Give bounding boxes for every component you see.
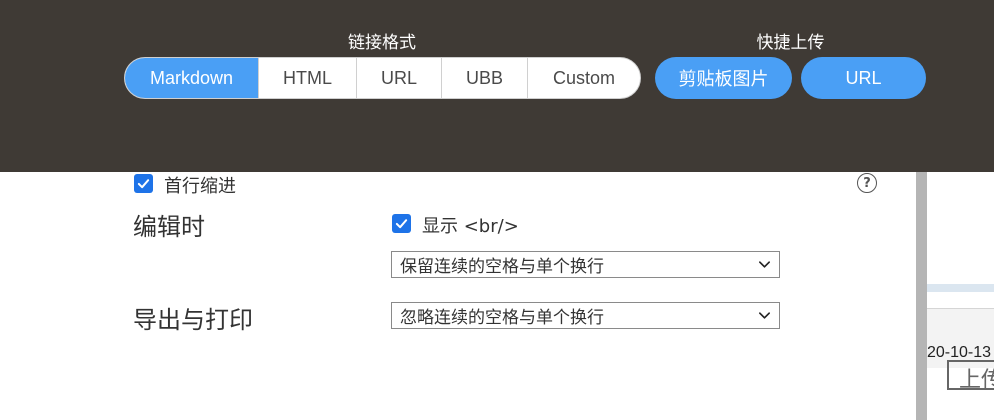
url-upload-button[interactable]: URL [801, 57, 926, 99]
background-window-fragment: 20-10-13 上传 [927, 172, 994, 420]
vertical-scrollbar[interactable] [916, 172, 927, 420]
background-header-band [927, 284, 994, 292]
chevron-down-icon [759, 261, 770, 268]
format-html-button[interactable]: HTML [259, 58, 357, 98]
format-custom-button[interactable]: Custom [528, 58, 640, 98]
upload-toolbar: 链接格式 快捷上传 Markdown HTML URL UBB Custom 剪… [0, 0, 994, 172]
help-icon[interactable]: ? [857, 173, 877, 193]
export-whitespace-select[interactable]: 忽略连续的空格与单个换行 [391, 302, 780, 329]
quick-upload-title: 快捷上传 [756, 33, 825, 53]
editing-whitespace-value: 保留连续的空格与单个换行 [400, 257, 604, 277]
checkmark-icon [395, 219, 408, 229]
format-markdown-button[interactable]: Markdown [125, 58, 259, 98]
first-line-indent-label: 首行缩进 [164, 176, 236, 197]
first-line-indent-checkbox[interactable] [134, 174, 153, 193]
chevron-down-icon [759, 312, 770, 319]
export-whitespace-value: 忽略连续的空格与单个换行 [400, 308, 604, 328]
export-print-section-title: 导出与打印 [133, 306, 253, 334]
clipboard-image-upload-button[interactable]: 剪贴板图片 [655, 57, 792, 99]
app-root: 链接格式 快捷上传 Markdown HTML URL UBB Custom 剪… [0, 0, 994, 420]
show-br-label: 显示 <br/> [422, 216, 519, 237]
show-br-checkbox[interactable] [392, 214, 411, 233]
editing-section-title: 编辑时 [133, 213, 205, 241]
format-url-button[interactable]: URL [357, 58, 442, 98]
background-upload-button[interactable]: 上传 [947, 360, 994, 390]
editing-whitespace-select[interactable]: 保留连续的空格与单个换行 [391, 251, 780, 278]
link-format-segmented-control: Markdown HTML URL UBB Custom [124, 57, 641, 99]
format-ubb-button[interactable]: UBB [442, 58, 528, 98]
link-format-title: 链接格式 [348, 33, 416, 53]
checkmark-icon [137, 179, 150, 189]
